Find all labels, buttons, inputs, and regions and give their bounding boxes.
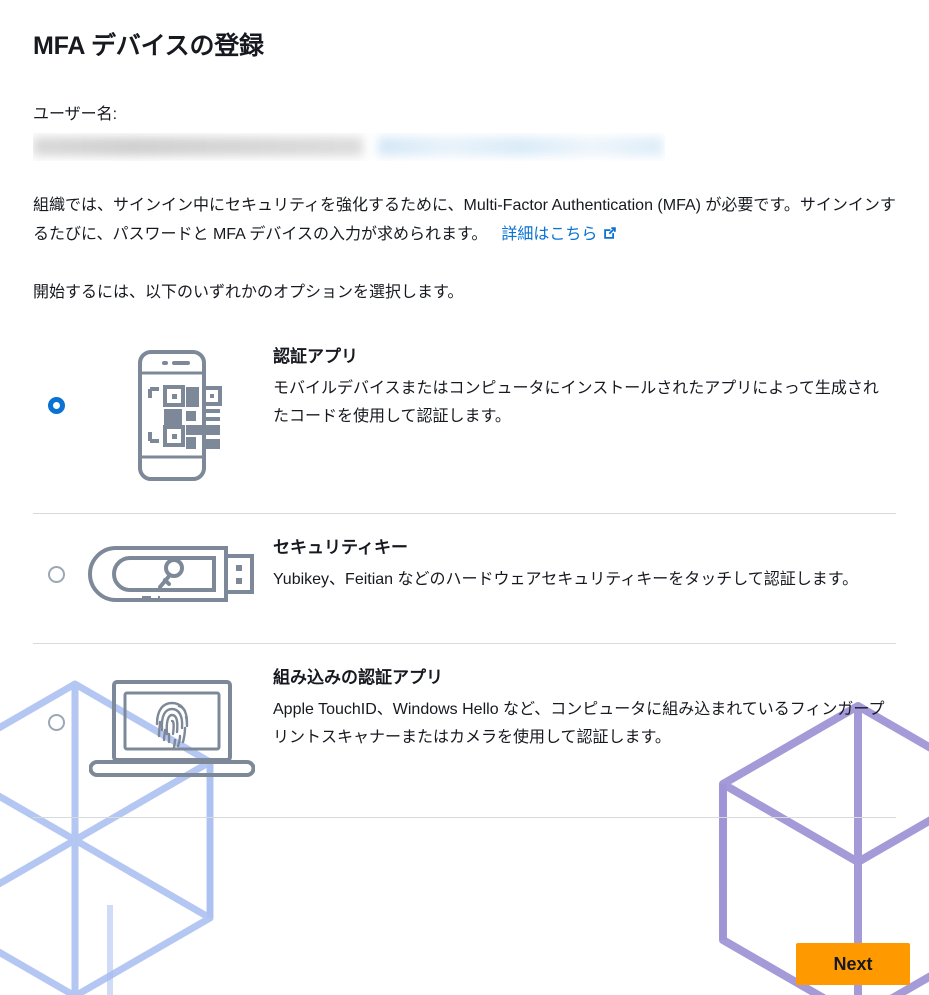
mfa-registration-page: MFA デバイスの登録 ユーザー名: 組織では、サインイン中にセキュリティを強化… bbox=[0, 0, 929, 995]
option-authenticator-app[interactable]: 認証アプリ モバイルデバイスまたはコンピュータにインストールされたアプリによって… bbox=[33, 323, 896, 514]
text-cell-built-in-authenticator: 組み込みの認証アプリ Apple TouchID、Windows Hello な… bbox=[264, 666, 896, 752]
radio-cell-built-in-authenticator[interactable] bbox=[33, 666, 79, 731]
option-title-security-key: セキュリティキー bbox=[273, 538, 408, 557]
intro-paragraph: 組織では、サインイン中にセキュリティを強化するために、Multi-Factor … bbox=[33, 191, 896, 251]
username-label: ユーザー名: bbox=[33, 106, 118, 123]
radio-cell-authenticator-app[interactable] bbox=[33, 345, 79, 414]
icon-cell-built-in-authenticator bbox=[79, 666, 264, 791]
option-title-authenticator-app: 認証アプリ bbox=[273, 347, 358, 366]
radio-security-key[interactable] bbox=[47, 566, 65, 583]
text-cell-authenticator-app: 認証アプリ モバイルデバイスまたはコンピュータにインストールされたアプリによって… bbox=[264, 345, 896, 431]
learn-more-label: 詳細はこちら bbox=[501, 226, 598, 243]
intro-text: 組織では、サインイン中にセキュリティを強化するために、Multi-Factor … bbox=[33, 197, 896, 243]
usb-security-key-icon bbox=[86, 536, 258, 617]
radio-cell-security-key[interactable] bbox=[33, 536, 79, 583]
option-description-built-in-authenticator: Apple TouchID、Windows Hello など、コンピュータに組み… bbox=[273, 701, 885, 746]
next-button[interactable]: Next bbox=[796, 943, 910, 985]
radio-authenticator-app[interactable] bbox=[47, 397, 65, 414]
external-link-icon bbox=[602, 222, 618, 251]
text-cell-security-key: セキュリティキー Yubikey、Feitian などのハードウェアセキュリティ… bbox=[264, 536, 896, 594]
redaction-block-primary bbox=[33, 137, 363, 156]
laptop-fingerprint-icon bbox=[88, 676, 255, 791]
option-description-authenticator-app: モバイルデバイスまたはコンピュータにインストールされたアプリによって生成されたコ… bbox=[273, 380, 879, 425]
mfa-options-list: 認証アプリ モバイルデバイスまたはコンピュータにインストールされたアプリによって… bbox=[33, 323, 896, 818]
option-built-in-authenticator[interactable]: 組み込みの認証アプリ Apple TouchID、Windows Hello な… bbox=[33, 644, 896, 818]
choose-option-prompt: 開始するには、以下のいずれかのオプションを選択します。 bbox=[33, 284, 464, 301]
option-title-built-in-authenticator: 組み込みの認証アプリ bbox=[273, 668, 443, 687]
option-description-security-key: Yubikey、Feitian などのハードウェアセキュリティキーをタッチして認… bbox=[273, 571, 859, 588]
learn-more-link[interactable]: 詳細はこちら bbox=[501, 226, 618, 243]
footer-actions: Next bbox=[33, 917, 910, 995]
radio-built-in-authenticator[interactable] bbox=[47, 714, 65, 731]
option-security-key[interactable]: セキュリティキー Yubikey、Feitian などのハードウェアセキュリティ… bbox=[33, 514, 896, 644]
redaction-block-secondary bbox=[378, 137, 663, 156]
username-value-redacted bbox=[33, 133, 665, 161]
phone-qr-code-icon bbox=[120, 349, 224, 487]
icon-cell-authenticator-app bbox=[79, 345, 264, 487]
icon-cell-security-key bbox=[79, 536, 264, 617]
page-title: MFA デバイスの登録 bbox=[33, 32, 264, 60]
